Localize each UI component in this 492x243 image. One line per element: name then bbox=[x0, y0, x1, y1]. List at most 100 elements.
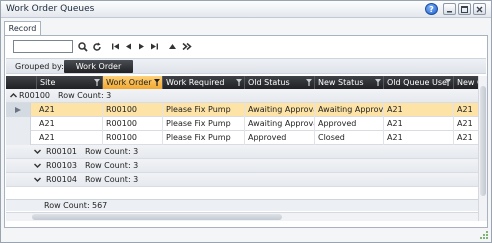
cell-old-queue-user[interactable]: A21 bbox=[383, 117, 453, 131]
minimize-icon bbox=[447, 10, 452, 12]
cell-old-status[interactable]: Awaiting Approval bbox=[244, 117, 314, 131]
cell-work-order[interactable]: R00100 bbox=[102, 103, 162, 117]
filter-icon[interactable] bbox=[236, 79, 242, 86]
filter-icon[interactable] bbox=[306, 79, 312, 86]
cell-new-queue-user[interactable]: A21 bbox=[453, 131, 478, 145]
table-row[interactable]: A21 R00100 Please Fix Pump Awaiting Appr… bbox=[6, 117, 478, 131]
expand-all-button[interactable] bbox=[181, 40, 193, 53]
footer-row-count-value: 567 bbox=[92, 201, 108, 210]
row-indicator[interactable] bbox=[6, 117, 31, 131]
window-title: Work Order Queues bbox=[6, 4, 95, 14]
column-header-site[interactable]: Site bbox=[36, 76, 102, 89]
cell-new-status[interactable]: Approved bbox=[314, 117, 383, 131]
column-header-new-queue-user[interactable]: New Q bbox=[453, 76, 478, 89]
current-row-arrow-icon bbox=[15, 107, 21, 113]
group-row-count: Row Count: 3 bbox=[85, 147, 139, 156]
cell-old-status[interactable]: Approved bbox=[244, 131, 314, 145]
cell-site[interactable]: A21 bbox=[36, 117, 102, 131]
grid-footer: Row Count: 567 bbox=[6, 199, 478, 211]
close-icon bbox=[476, 6, 483, 12]
first-page-button[interactable] bbox=[109, 40, 121, 53]
group-row-r00104[interactable]: R00104 Row Count: 3 bbox=[6, 173, 478, 187]
cell-site[interactable]: A21 bbox=[36, 131, 102, 145]
column-header-label: New Q bbox=[457, 78, 478, 87]
first-page-icon bbox=[111, 43, 119, 50]
last-page-icon bbox=[150, 43, 158, 50]
collapse-chevron-icon[interactable] bbox=[9, 91, 18, 100]
next-page-button[interactable] bbox=[135, 40, 147, 53]
column-header-new-status[interactable]: New Status bbox=[314, 76, 383, 89]
last-page-button[interactable] bbox=[148, 40, 160, 53]
grouped-by-label: Grouped by: bbox=[15, 62, 64, 71]
search-icon bbox=[78, 41, 88, 52]
expand-chevron-icon[interactable] bbox=[33, 147, 42, 156]
cell-new-queue-user[interactable]: A21 bbox=[453, 117, 478, 131]
column-header-old-status[interactable]: Old Status bbox=[244, 76, 314, 89]
group-row-r00100[interactable]: R00100 Row Count: 3 bbox=[6, 89, 478, 103]
group-key: R00100 bbox=[19, 91, 51, 100]
collapse-up-button[interactable] bbox=[166, 40, 178, 53]
cell-old-queue-user[interactable]: A21 bbox=[383, 131, 453, 145]
column-header-work-order[interactable]: Work Order bbox=[102, 76, 162, 89]
grid-empty-area bbox=[6, 187, 478, 199]
horizontal-scrollbar[interactable] bbox=[6, 212, 478, 221]
cell-work-order[interactable]: R00100 bbox=[102, 117, 162, 131]
expand-all-icon bbox=[182, 42, 192, 51]
filter-icon[interactable] bbox=[375, 79, 381, 86]
table-row[interactable]: A21 R00100 Please Fix Pump Approved Clos… bbox=[6, 131, 478, 145]
search-input[interactable] bbox=[13, 40, 73, 53]
next-page-icon bbox=[138, 43, 144, 50]
title-bar: Work Order Queues ? bbox=[1, 1, 491, 18]
group-row-count: Row Count: 3 bbox=[58, 91, 112, 100]
table-row[interactable]: A21 R00100 Please Fix Pump Awaiting Appr… bbox=[6, 103, 478, 117]
column-header-label: Work Order bbox=[106, 78, 152, 87]
help-button[interactable]: ? bbox=[425, 3, 438, 15]
column-header-work-required[interactable]: Work Required bbox=[162, 76, 244, 89]
resize-grip-icon[interactable] bbox=[479, 230, 489, 240]
group-key: R00104 bbox=[46, 175, 78, 184]
horizontal-scroll-thumb[interactable] bbox=[32, 214, 282, 220]
cell-site[interactable]: A21 bbox=[36, 103, 102, 117]
group-row-r00101[interactable]: R00101 Row Count: 3 bbox=[6, 145, 478, 159]
search-button[interactable] bbox=[77, 40, 89, 53]
prev-page-icon bbox=[125, 43, 131, 50]
group-row-count: Row Count: 3 bbox=[85, 161, 139, 170]
refresh-icon bbox=[93, 42, 101, 51]
filter-icon[interactable] bbox=[94, 79, 100, 86]
minimize-button[interactable] bbox=[443, 3, 456, 15]
column-header-label: New Status bbox=[318, 78, 364, 87]
cell-old-status[interactable]: Awaiting Approval bbox=[244, 103, 314, 117]
row-indicator[interactable] bbox=[6, 131, 31, 145]
cell-work-required[interactable]: Please Fix Pump bbox=[162, 117, 244, 131]
filter-active-icon[interactable] bbox=[154, 79, 160, 86]
cell-new-status[interactable]: Awaiting Approval bbox=[314, 103, 383, 117]
column-header-label: Work Required bbox=[166, 78, 225, 87]
cell-work-order[interactable]: R00100 bbox=[102, 131, 162, 145]
vertical-scrollbar[interactable] bbox=[478, 76, 487, 221]
group-chip-work-order[interactable]: Work Order bbox=[64, 60, 133, 73]
cell-work-required[interactable]: Please Fix Pump bbox=[162, 103, 244, 117]
cell-new-status[interactable]: Closed bbox=[314, 131, 383, 145]
cell-new-queue-user[interactable]: A21 bbox=[453, 103, 478, 117]
footer-row-count-label: Row Count: bbox=[44, 201, 90, 210]
cell-work-required[interactable]: Please Fix Pump bbox=[162, 131, 244, 145]
help-icon: ? bbox=[429, 4, 434, 14]
column-header-old-queue-user[interactable]: Old Queue User bbox=[383, 76, 453, 89]
filter-icon[interactable] bbox=[445, 79, 451, 86]
close-button[interactable] bbox=[473, 3, 486, 15]
expand-chevron-icon[interactable] bbox=[33, 161, 42, 170]
group-row-r00103[interactable]: R00103 Row Count: 3 bbox=[6, 159, 478, 173]
row-indicator[interactable] bbox=[6, 103, 31, 117]
collapse-up-icon bbox=[168, 44, 176, 49]
work-order-queues-window: Work Order Queues ? Record Grouped by: W… bbox=[0, 0, 492, 243]
grid-header: Site Work Order Work Required Old Status… bbox=[6, 76, 478, 89]
cell-old-queue-user[interactable]: A21 bbox=[383, 103, 453, 117]
tab-record[interactable]: Record bbox=[4, 21, 41, 36]
maximize-button[interactable] bbox=[458, 3, 471, 15]
refresh-button[interactable] bbox=[91, 40, 103, 53]
grid-toolbar bbox=[9, 40, 483, 55]
expand-chevron-icon[interactable] bbox=[33, 175, 42, 184]
vertical-scroll-thumb[interactable] bbox=[480, 86, 486, 196]
header-spacer bbox=[6, 76, 36, 89]
prev-page-button[interactable] bbox=[122, 40, 134, 53]
